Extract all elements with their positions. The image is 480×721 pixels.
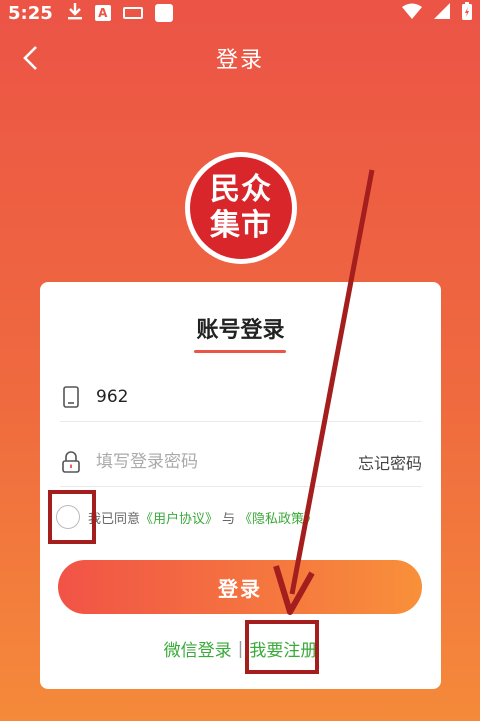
wifi-icon: [402, 3, 422, 24]
title-underline: [194, 350, 286, 353]
logo-line-2: 集市: [210, 208, 272, 243]
wechat-login-link[interactable]: 微信登录: [164, 636, 232, 661]
app-notification-icon: [154, 4, 173, 22]
phone-icon: [60, 385, 82, 408]
navbar: 登录: [0, 30, 480, 86]
privacy-policy-link[interactable]: 《隐私政策》: [239, 508, 317, 527]
link-separator: |: [237, 638, 244, 659]
chevron-left-icon: [23, 46, 37, 70]
login-card: 账号登录 忘记密码 我已同意 《用户协议》 与 《隐私政策》 登录 微信登录 |…: [40, 282, 441, 689]
logo-badge: 民众 集市: [190, 157, 292, 259]
status-icons-left: A: [67, 2, 173, 25]
login-button[interactable]: 登录: [58, 560, 422, 614]
app-logo: 民众 集市: [185, 152, 297, 264]
user-agreement-link[interactable]: 《用户协议》: [140, 508, 218, 527]
status-bar: 5:25 A: [0, 0, 480, 26]
logo-line-1: 民众: [210, 172, 272, 207]
password-input[interactable]: [96, 451, 358, 472]
forgot-password-link[interactable]: 忘记密码: [358, 450, 422, 474]
signal-icon: [434, 2, 450, 24]
back-button[interactable]: [12, 40, 48, 76]
phone-field: [60, 372, 422, 422]
annotation-box-radio: [48, 490, 96, 544]
phone-input[interactable]: [96, 386, 422, 407]
battery-icon: [462, 1, 472, 25]
password-field: 忘记密码: [60, 437, 422, 487]
bottom-links: 微信登录 | 我要注册: [40, 636, 441, 662]
status-time: 5:25: [8, 2, 53, 24]
annotation-box-register: [245, 620, 319, 674]
a-icon: A: [94, 5, 111, 21]
lock-icon: [60, 450, 82, 473]
status-icons-right: [402, 1, 472, 25]
agreement-and: 与: [222, 511, 236, 527]
keyboard-icon: [122, 7, 143, 19]
card-title: 账号登录: [196, 318, 285, 343]
download-icon: [67, 2, 83, 25]
page-title: 登录: [215, 48, 264, 73]
